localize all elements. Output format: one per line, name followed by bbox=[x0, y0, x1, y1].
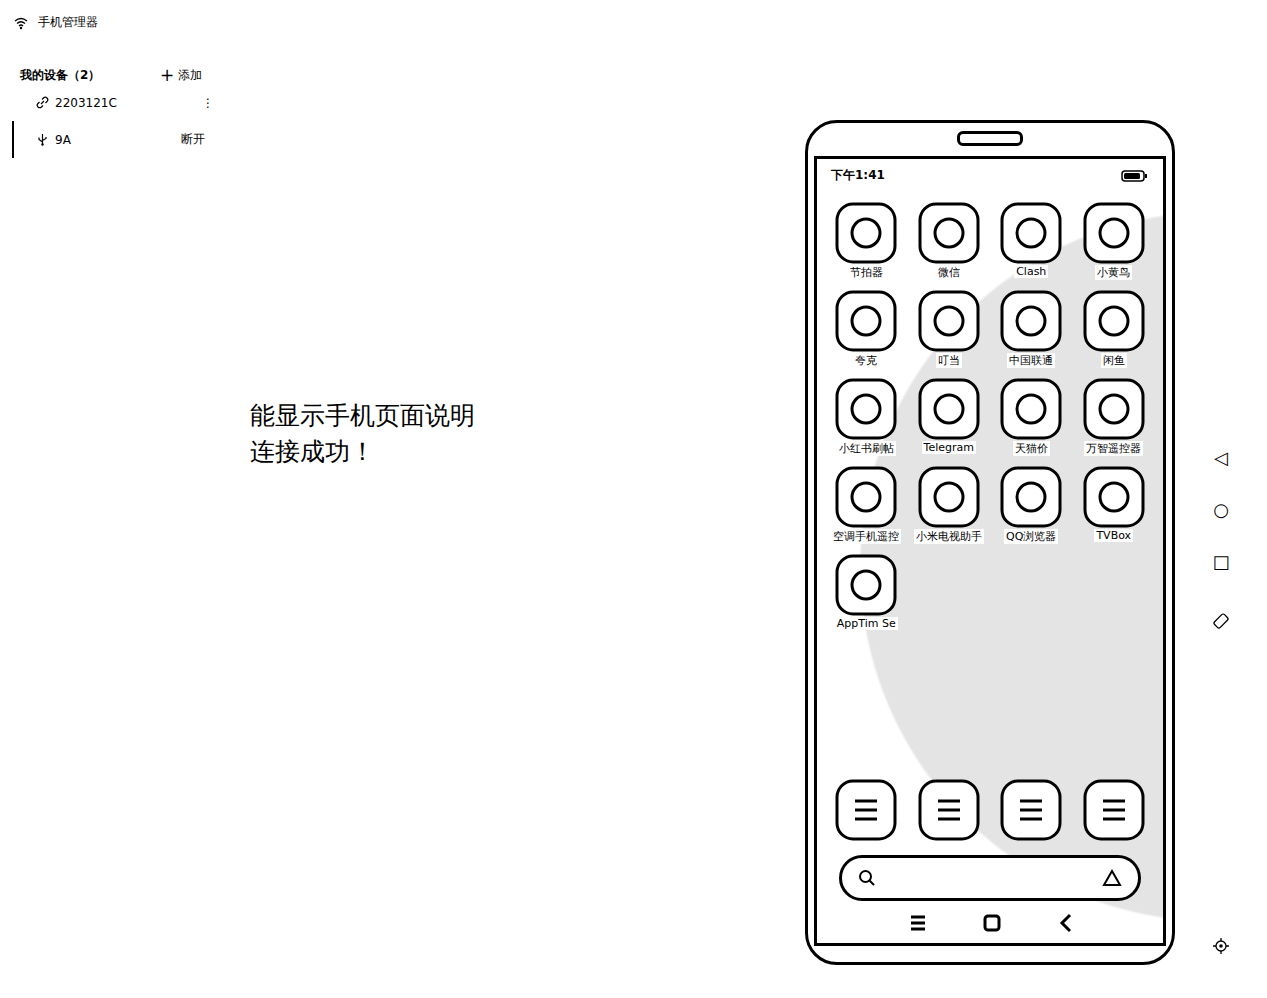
app-item[interactable]: 叮当 bbox=[908, 290, 991, 368]
speaker-slot bbox=[957, 131, 1023, 146]
app-label: 中国联通 bbox=[1007, 353, 1055, 368]
devices-title: 我的设备（2） bbox=[20, 67, 160, 84]
message-line: 能显示手机页面说明 bbox=[250, 398, 805, 434]
device-name: 2203121C bbox=[49, 96, 172, 110]
app-item[interactable]: 天猫价 bbox=[990, 378, 1073, 456]
phone-preview: 下午1:41 节拍器 微信 Clash 小黄鸟夸克 叮当 中国联通 闲鱼小红书刷帖 Telegr… bbox=[805, 0, 1175, 998]
app-icon bbox=[835, 290, 897, 352]
app-icon bbox=[1083, 466, 1145, 528]
dock-app-icon[interactable] bbox=[1083, 779, 1145, 841]
app-item[interactable]: 万智遥控器 bbox=[1073, 378, 1156, 456]
app-label: 空调手机遥控 bbox=[831, 529, 901, 544]
app-icon bbox=[918, 378, 980, 440]
app-icon bbox=[835, 378, 897, 440]
app-label: Clash bbox=[1014, 265, 1048, 278]
device-action[interactable]: 断开 bbox=[175, 131, 211, 148]
app-item[interactable]: QQ浏览器 bbox=[990, 466, 1073, 544]
app-label: 节拍器 bbox=[848, 265, 885, 280]
phone-frame: 下午1:41 节拍器 微信 Clash 小黄鸟夸克 叮当 中国联通 闲鱼小红书刷帖 Telegr… bbox=[805, 120, 1175, 965]
phone-manager-window: 手机管理器我的设备（2）+添加2203121C⋮9A断开能显示手机页面说明连接成… bbox=[0, 0, 1267, 998]
device-item[interactable]: 2203121C⋮ bbox=[12, 84, 220, 121]
app-item[interactable]: 夸克 bbox=[825, 290, 908, 368]
app-icon bbox=[918, 290, 980, 352]
app-label: 小黄鸟 bbox=[1095, 265, 1132, 280]
app-label: TVBox bbox=[1094, 529, 1133, 542]
status-bar: 下午1:41 bbox=[817, 159, 1163, 192]
app-icon bbox=[1000, 290, 1062, 352]
app-label: 闲鱼 bbox=[1101, 353, 1127, 368]
control-button[interactable]: ○ bbox=[1209, 496, 1233, 524]
app-label: QQ浏览器 bbox=[1004, 529, 1058, 544]
app-item[interactable]: TVBox bbox=[1073, 466, 1156, 544]
app-grid: 节拍器 微信 Clash 小黄鸟夸克 叮当 中国联通 闲鱼小红书刷帖 Telegram 天猫价 万… bbox=[817, 192, 1163, 630]
wifi-icon bbox=[14, 16, 28, 30]
device-action[interactable]: ⋮ bbox=[172, 96, 220, 110]
phone-nav-bar bbox=[817, 901, 1163, 943]
app-label: Telegram bbox=[922, 441, 976, 454]
app-item[interactable]: 小红书刷帖 bbox=[825, 378, 908, 456]
device-item[interactable]: 9A断开 bbox=[12, 121, 220, 158]
app-label: 叮当 bbox=[936, 353, 962, 368]
control-button[interactable]: ◁ bbox=[1209, 444, 1233, 472]
battery-icon bbox=[1121, 170, 1149, 182]
app-icon bbox=[1083, 202, 1145, 264]
status-message: 能显示手机页面说明连接成功！ bbox=[250, 398, 805, 470]
menu-icon[interactable] bbox=[905, 914, 927, 932]
app-label: 小米电视助手 bbox=[914, 529, 984, 544]
app-label: 夸克 bbox=[853, 353, 879, 368]
devices-header: 我的设备（2）+添加 bbox=[0, 31, 220, 84]
app-item[interactable]: 小黄鸟 bbox=[1073, 202, 1156, 280]
dock bbox=[817, 779, 1163, 841]
sidebar: 手机管理器我的设备（2）+添加2203121C⋮9A断开 bbox=[0, 0, 220, 998]
message-line: 连接成功！ bbox=[250, 434, 805, 470]
app-item[interactable]: 中国联通 bbox=[990, 290, 1073, 368]
message-area: 能显示手机页面说明连接成功！ bbox=[220, 0, 805, 998]
assistant-icon bbox=[1102, 869, 1122, 887]
control-bar: ◁ ○ □ bbox=[1175, 0, 1267, 998]
app-label: 天猫价 bbox=[1013, 441, 1050, 456]
dock-app-icon[interactable] bbox=[1000, 779, 1062, 841]
usb-icon bbox=[36, 133, 49, 146]
app-item[interactable]: 节拍器 bbox=[825, 202, 908, 280]
status-time: 下午1:41 bbox=[831, 167, 885, 184]
locate-icon[interactable] bbox=[1213, 938, 1229, 954]
app-label: AppTim Se bbox=[835, 617, 898, 630]
app-icon bbox=[1000, 466, 1062, 528]
app-icon bbox=[1083, 290, 1145, 352]
app-icon bbox=[835, 202, 897, 264]
app-item[interactable]: 空调手机遥控 bbox=[825, 466, 908, 544]
search-icon bbox=[858, 869, 876, 887]
link-icon bbox=[36, 96, 49, 109]
app-icon bbox=[918, 466, 980, 528]
app-label: 微信 bbox=[936, 265, 962, 280]
add-button[interactable]: +添加 bbox=[160, 67, 202, 84]
device-name: 9A bbox=[49, 133, 175, 147]
app-icon bbox=[1000, 202, 1062, 264]
app-item[interactable]: AppTim Se bbox=[825, 554, 908, 630]
dock-app-icon[interactable] bbox=[918, 779, 980, 841]
app-icon bbox=[835, 554, 897, 616]
window-title: 手机管理器 bbox=[38, 14, 98, 31]
app-item[interactable]: 闲鱼 bbox=[1073, 290, 1156, 368]
app-item[interactable]: 小米电视助手 bbox=[908, 466, 991, 544]
app-item[interactable]: 微信 bbox=[908, 202, 991, 280]
search-bar[interactable] bbox=[839, 855, 1141, 901]
phone-screen[interactable]: 下午1:41 节拍器 微信 Clash 小黄鸟夸克 叮当 中国联通 闲鱼小红书刷帖 Telegr… bbox=[814, 156, 1166, 946]
app-icon bbox=[918, 202, 980, 264]
control-button[interactable]: □ bbox=[1209, 548, 1233, 576]
home-icon[interactable] bbox=[982, 913, 1002, 933]
app-label: 小红书刷帖 bbox=[837, 441, 896, 456]
rotate-icon[interactable] bbox=[1212, 612, 1230, 630]
app-item[interactable]: Clash bbox=[990, 202, 1073, 280]
app-item[interactable]: Telegram bbox=[908, 378, 991, 456]
app-label: 万智遥控器 bbox=[1084, 441, 1143, 456]
app-icon bbox=[1083, 378, 1145, 440]
title-bar: 手机管理器 bbox=[0, 0, 220, 31]
dock-app-icon[interactable] bbox=[835, 779, 897, 841]
app-icon bbox=[835, 466, 897, 528]
app-icon bbox=[1000, 378, 1062, 440]
plus-icon: + bbox=[160, 67, 174, 84]
back-icon[interactable] bbox=[1057, 913, 1075, 933]
